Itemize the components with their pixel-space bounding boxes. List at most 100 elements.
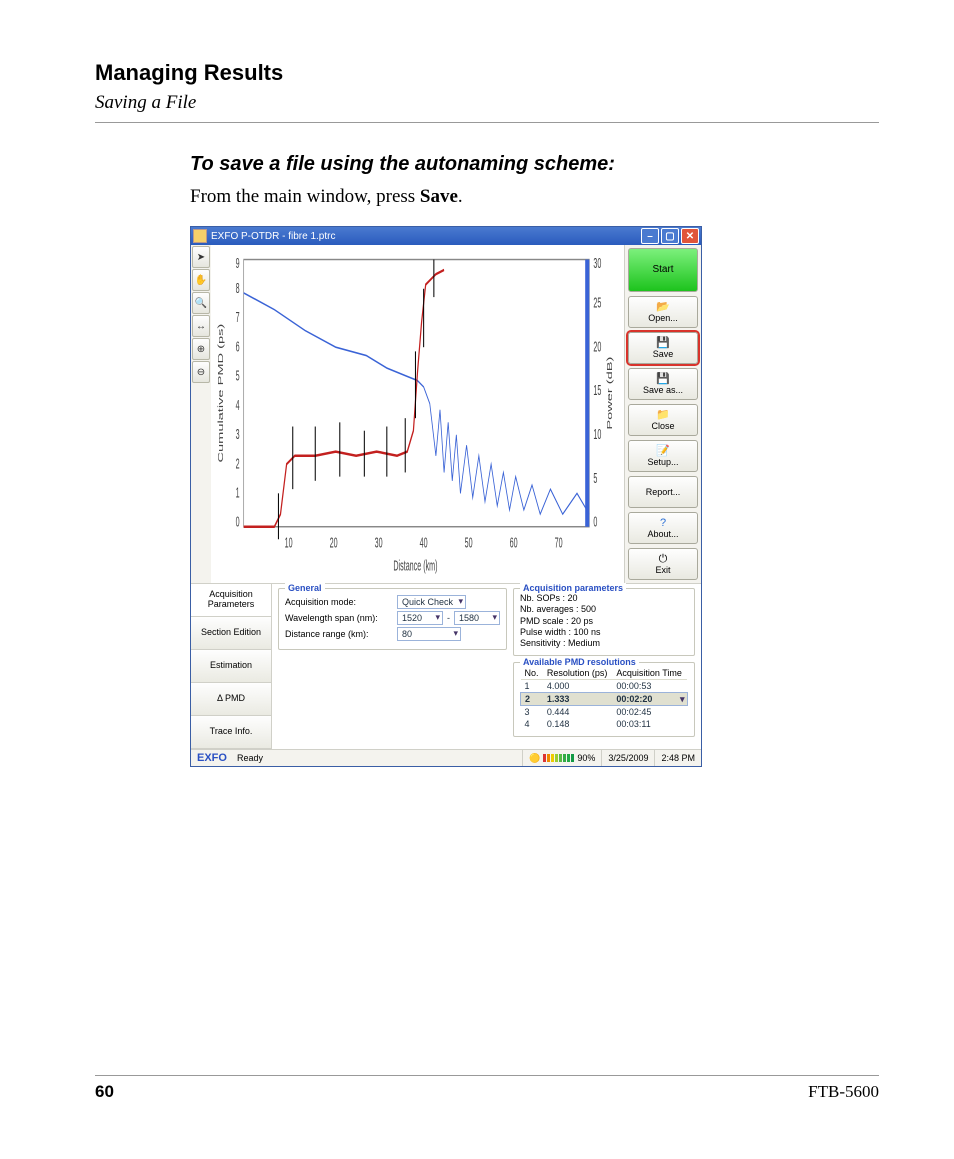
battery-bars: [543, 754, 574, 762]
battery-indicator: 🟡 90%: [522, 750, 601, 766]
svg-text:6: 6: [236, 340, 240, 355]
report-button[interactable]: Report...: [628, 476, 698, 508]
save-button[interactable]: 💾Save: [628, 332, 698, 364]
maximize-button[interactable]: ▢: [661, 228, 679, 244]
acq-pmdscale: PMD scale : 20 ps: [520, 616, 688, 627]
page-number: 60: [95, 1082, 114, 1102]
acq-avg: Nb. averages : 500: [520, 604, 688, 615]
close-window-button[interactable]: ✕: [681, 228, 699, 244]
setup-button[interactable]: 📝Setup...: [628, 440, 698, 472]
minimize-button[interactable]: –: [641, 228, 659, 244]
instruction-prefix: From the main window, press: [190, 186, 420, 207]
parameter-panels: General Acquisition mode: Quick Check Wa…: [272, 584, 701, 749]
power-icon: ⏻: [659, 554, 668, 565]
footer-model: FTB-5600: [808, 1082, 879, 1102]
svg-text:10: 10: [593, 428, 601, 443]
pmd-resolutions-table: No. Resolution (ps) Acquisition Time 1 4…: [520, 667, 688, 730]
table-row[interactable]: 1 4.000 00:00:53: [521, 680, 688, 693]
start-button[interactable]: Start: [628, 248, 698, 292]
pointer-tool-icon[interactable]: ➤: [192, 246, 210, 268]
folder-open-icon: 📂: [656, 302, 670, 313]
page-header-title: Managing Results: [95, 60, 879, 86]
chart-toolbar: ➤ ✋ 🔍 ↔ ⊕ ⊖: [191, 245, 211, 583]
pan-tool-icon[interactable]: ✋: [192, 269, 210, 291]
floppy-icon: 💾: [656, 338, 670, 349]
section-heading: To save a file using the autonaming sche…: [190, 153, 879, 176]
wavelength-from-select[interactable]: 1520: [397, 611, 443, 625]
acq-sens: Sensitivity : Medium: [520, 638, 688, 649]
distance-label: Distance range (km):: [285, 629, 393, 639]
instruction-suffix: .: [458, 186, 463, 207]
open-button[interactable]: 📂Open...: [628, 296, 698, 328]
svg-text:0: 0: [236, 515, 240, 530]
svg-text:0: 0: [593, 515, 597, 530]
action-button-column: Start 📂Open... 💾Save 💾Save as... 📁Close …: [624, 245, 701, 583]
table-row[interactable]: 3 0.444 00:02:45: [521, 706, 688, 719]
svg-text:4: 4: [236, 398, 240, 413]
tab-trace-info[interactable]: Trace Info.: [191, 716, 271, 749]
tab-section-edit[interactable]: Section Edition: [191, 617, 271, 650]
app-icon: [193, 229, 207, 243]
app-window: EXFO P-OTDR - fibre 1.ptrc – ▢ ✕ ➤ ✋ 🔍 ↔…: [190, 226, 702, 767]
acq-params-group: Acquisition parameters Nb. SOPs : 20 Nb.…: [513, 588, 695, 656]
svg-text:1: 1: [236, 486, 240, 501]
svg-text:20: 20: [330, 536, 338, 551]
save-as-button[interactable]: 💾Save as...: [628, 368, 698, 400]
svg-text:40: 40: [420, 536, 428, 551]
tab-estimation[interactable]: Estimation: [191, 650, 271, 683]
status-time: 2:48 PM: [654, 750, 701, 766]
about-button[interactable]: ?About...: [628, 512, 698, 544]
svg-text:8: 8: [236, 281, 240, 296]
pmd-res-legend: Available PMD resolutions: [520, 657, 639, 667]
zoom-xy-tool-icon[interactable]: 🔍: [192, 292, 210, 314]
header-rule: [95, 122, 879, 123]
chart-area: 012 345 6789 0510 15202530: [211, 245, 624, 583]
section-instruction: From the main window, press Save.: [190, 186, 879, 208]
page-header-subtitle: Saving a File: [95, 92, 879, 114]
page-footer: 60 FTB-5600: [95, 1075, 879, 1104]
col-no: No.: [521, 667, 543, 680]
acq-mode-select[interactable]: Quick Check: [397, 595, 466, 609]
battery-percent: 90%: [577, 753, 595, 763]
svg-text:9: 9: [236, 256, 240, 271]
close-button[interactable]: 📁Close: [628, 404, 698, 436]
wavelength-label: Wavelength span (nm):: [285, 613, 393, 623]
tab-acq-params[interactable]: Acquisition Parameters: [191, 584, 271, 617]
wavelength-to-select[interactable]: 1580: [454, 611, 500, 625]
chart-svg: 012 345 6789 0510 15202530: [213, 247, 622, 581]
gear-icon: 📝: [656, 446, 670, 457]
zoom-out-tool-icon[interactable]: ⊖: [192, 361, 210, 383]
status-bar: EXFO Ready 🟡 90% 3/25/2009 2:48 PM: [191, 749, 701, 766]
svg-text:10: 10: [285, 536, 293, 551]
exit-button[interactable]: ⏻Exit: [628, 548, 698, 580]
window-title: EXFO P-OTDR - fibre 1.ptrc: [211, 231, 335, 242]
svg-text:20: 20: [593, 340, 601, 355]
table-row[interactable]: 2 1.333 00:02:20: [521, 693, 688, 706]
battery-icon: 🟡: [529, 753, 540, 764]
status-date: 3/25/2009: [601, 750, 654, 766]
x-axis-label: Distance (km): [393, 559, 437, 574]
general-legend: General: [285, 583, 325, 593]
help-icon: ?: [660, 518, 666, 529]
col-res: Resolution (ps): [543, 667, 613, 680]
acq-pulse: Pulse width : 100 ns: [520, 627, 688, 638]
svg-text:7: 7: [236, 311, 240, 326]
y-axis-right-label: Power (dB): [606, 356, 613, 429]
svg-text:5: 5: [593, 471, 597, 486]
svg-text:5: 5: [236, 369, 240, 384]
acq-mode-label: Acquisition mode:: [285, 597, 393, 607]
pmd-resolutions-group: Available PMD resolutions No. Resolution…: [513, 662, 695, 737]
svg-text:70: 70: [555, 536, 563, 551]
tab-delta-pmd[interactable]: Δ PMD: [191, 683, 271, 716]
table-row[interactable]: 4 0.148 00:03:11: [521, 718, 688, 730]
distance-select[interactable]: 80: [397, 627, 461, 641]
wavelength-dash: -: [447, 613, 450, 623]
zoom-in-tool-icon[interactable]: ⊕: [192, 338, 210, 360]
svg-text:30: 30: [593, 256, 601, 271]
col-time: Acquisition Time: [612, 667, 687, 680]
zoom-x-tool-icon[interactable]: ↔: [192, 315, 210, 337]
svg-text:60: 60: [510, 536, 518, 551]
floppy-icon: 💾: [656, 374, 670, 385]
instruction-action: Save: [420, 186, 458, 207]
svg-text:3: 3: [236, 428, 240, 443]
